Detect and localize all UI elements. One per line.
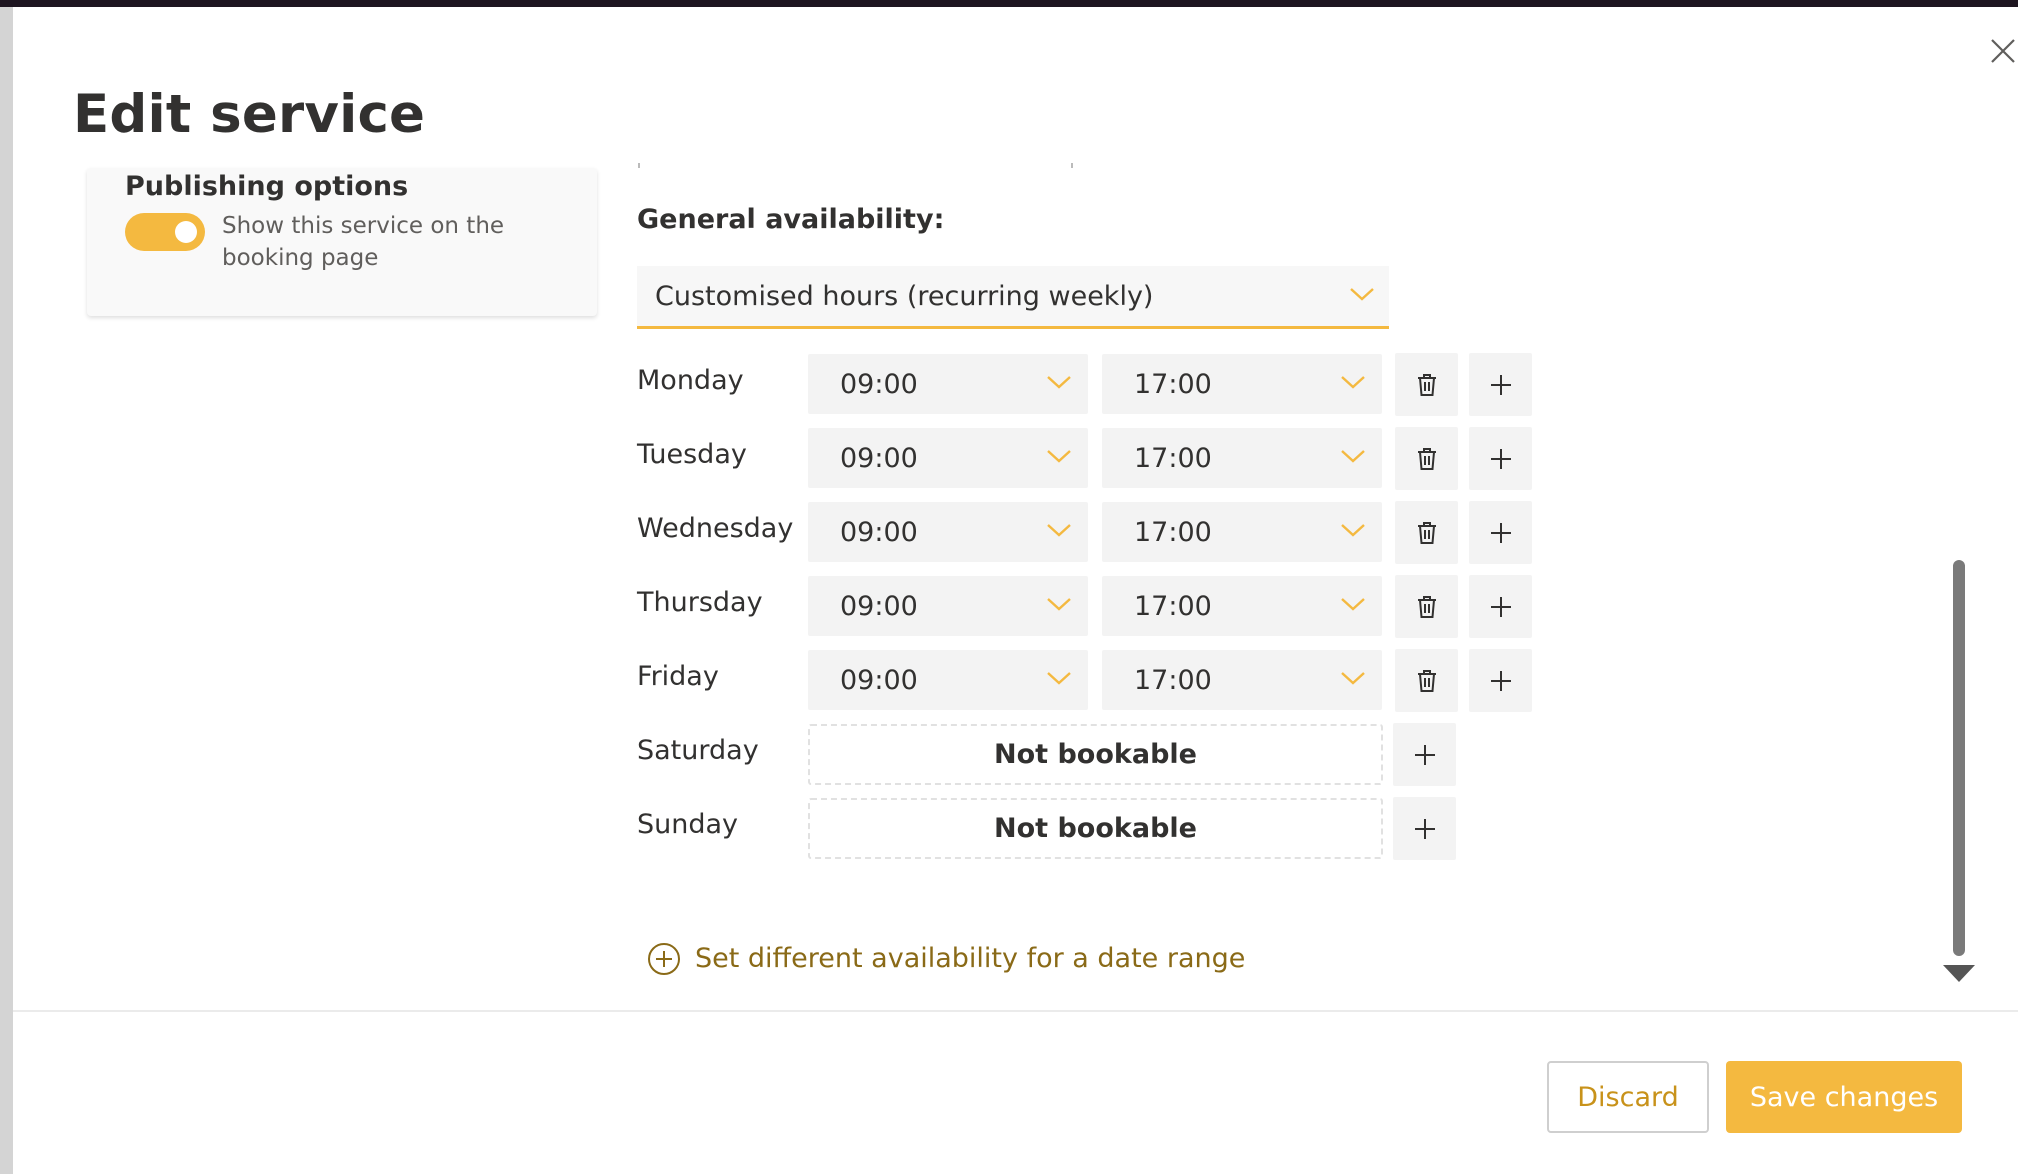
thursday-delete-button[interactable]	[1395, 575, 1458, 638]
plus-icon	[1414, 818, 1435, 839]
publishing-options-card: Publishing options Show this service on …	[87, 168, 597, 316]
discard-button[interactable]: Discard	[1547, 1061, 1709, 1133]
trash-icon	[1417, 373, 1436, 396]
toggle-label: Show this service on the booking page	[222, 213, 505, 271]
monday-add-button[interactable]	[1469, 353, 1532, 416]
toggle-knob	[175, 221, 197, 243]
friday-delete-button[interactable]	[1395, 649, 1458, 712]
plus-icon	[1490, 522, 1511, 543]
plus-icon	[1490, 374, 1511, 395]
chevron-down-icon	[1350, 288, 1374, 301]
wednesday-start-time-dropdown[interactable]: 09:00	[808, 502, 1088, 562]
wednesday-add-button[interactable]	[1469, 501, 1532, 564]
plus-icon	[1490, 596, 1511, 617]
end-time-value: 17:00	[1134, 443, 1212, 474]
show-on-booking-page-toggle[interactable]	[125, 213, 205, 251]
chevron-down-icon	[1341, 598, 1365, 611]
saturday-not-bookable: Not bookable	[808, 724, 1383, 785]
monday-delete-button[interactable]	[1395, 353, 1458, 416]
plus-icon	[1414, 744, 1435, 765]
tuesday-delete-button[interactable]	[1395, 427, 1458, 490]
end-time-value: 17:00	[1134, 591, 1212, 622]
close-icon	[1991, 39, 2015, 63]
chevron-down-icon	[1047, 524, 1071, 537]
add-circle-icon	[648, 943, 680, 975]
start-time-value: 09:00	[840, 517, 918, 548]
availability-mode-value: Customised hours (recurring weekly)	[655, 281, 1154, 312]
tuesday-add-button[interactable]	[1469, 427, 1532, 490]
trash-icon	[1417, 447, 1436, 470]
thursday-add-button[interactable]	[1469, 575, 1532, 638]
clipped-field-edge	[638, 160, 1073, 168]
wednesday-end-time-dropdown[interactable]: 17:00	[1102, 502, 1382, 562]
scroll-down-arrow-icon[interactable]	[1943, 965, 1975, 982]
day-label-monday: Monday	[637, 365, 744, 396]
trash-icon	[1417, 521, 1436, 544]
chevron-down-icon	[1047, 450, 1071, 463]
tuesday-start-time-dropdown[interactable]: 09:00	[808, 428, 1088, 488]
chevron-down-icon	[1341, 672, 1365, 685]
start-time-value: 09:00	[840, 665, 918, 696]
monday-end-time-dropdown[interactable]: 17:00	[1102, 354, 1382, 414]
wednesday-delete-button[interactable]	[1395, 501, 1458, 564]
sunday-add-button[interactable]	[1393, 797, 1456, 860]
backdrop-strip	[0, 7, 13, 1174]
close-button[interactable]	[1985, 33, 2018, 69]
day-label-tuesday: Tuesday	[637, 439, 747, 470]
start-time-value: 09:00	[840, 369, 918, 400]
friday-add-button[interactable]	[1469, 649, 1532, 712]
chevron-down-icon	[1047, 672, 1071, 685]
chevron-down-icon	[1047, 376, 1071, 389]
thursday-start-time-dropdown[interactable]: 09:00	[808, 576, 1088, 636]
trash-icon	[1417, 669, 1436, 692]
date-range-link-label: Set different availability for a date ra…	[695, 943, 1246, 974]
chevron-down-icon	[1341, 524, 1365, 537]
start-time-value: 09:00	[840, 443, 918, 474]
window-top-bar	[0, 0, 2018, 7]
end-time-value: 17:00	[1134, 517, 1212, 548]
plus-icon	[1490, 448, 1511, 469]
end-time-value: 17:00	[1134, 665, 1212, 696]
sunday-not-bookable: Not bookable	[808, 798, 1383, 859]
chevron-down-icon	[1047, 598, 1071, 611]
trash-icon	[1417, 595, 1436, 618]
thursday-end-time-dropdown[interactable]: 17:00	[1102, 576, 1382, 636]
vertical-scrollbar-thumb[interactable]	[1953, 560, 1965, 956]
day-label-saturday: Saturday	[637, 735, 759, 766]
chevron-down-icon	[1341, 450, 1365, 463]
set-date-range-availability-link[interactable]: Set different availability for a date ra…	[647, 941, 1245, 977]
saturday-add-button[interactable]	[1393, 723, 1456, 786]
dialog-title: Edit service	[73, 84, 426, 145]
start-time-value: 09:00	[840, 591, 918, 622]
publishing-options-heading: Publishing options	[125, 171, 409, 202]
day-label-sunday: Sunday	[637, 809, 739, 840]
friday-start-time-dropdown[interactable]: 09:00	[808, 650, 1088, 710]
footer-divider	[13, 1010, 2018, 1012]
availability-mode-dropdown[interactable]: Customised hours (recurring weekly)	[637, 266, 1389, 329]
end-time-value: 17:00	[1134, 369, 1212, 400]
day-label-wednesday: Wednesday	[637, 513, 794, 544]
plus-icon	[1490, 670, 1511, 691]
day-label-thursday: Thursday	[637, 587, 763, 618]
day-label-friday: Friday	[637, 661, 719, 692]
save-changes-button[interactable]: Save changes	[1726, 1061, 1962, 1133]
monday-start-time-dropdown[interactable]: 09:00	[808, 354, 1088, 414]
friday-end-time-dropdown[interactable]: 17:00	[1102, 650, 1382, 710]
chevron-down-icon	[1341, 376, 1365, 389]
tuesday-end-time-dropdown[interactable]: 17:00	[1102, 428, 1382, 488]
edit-service-dialog: Edit service Publishing options Show thi…	[13, 7, 2018, 1174]
general-availability-label: General availability:	[637, 204, 945, 235]
